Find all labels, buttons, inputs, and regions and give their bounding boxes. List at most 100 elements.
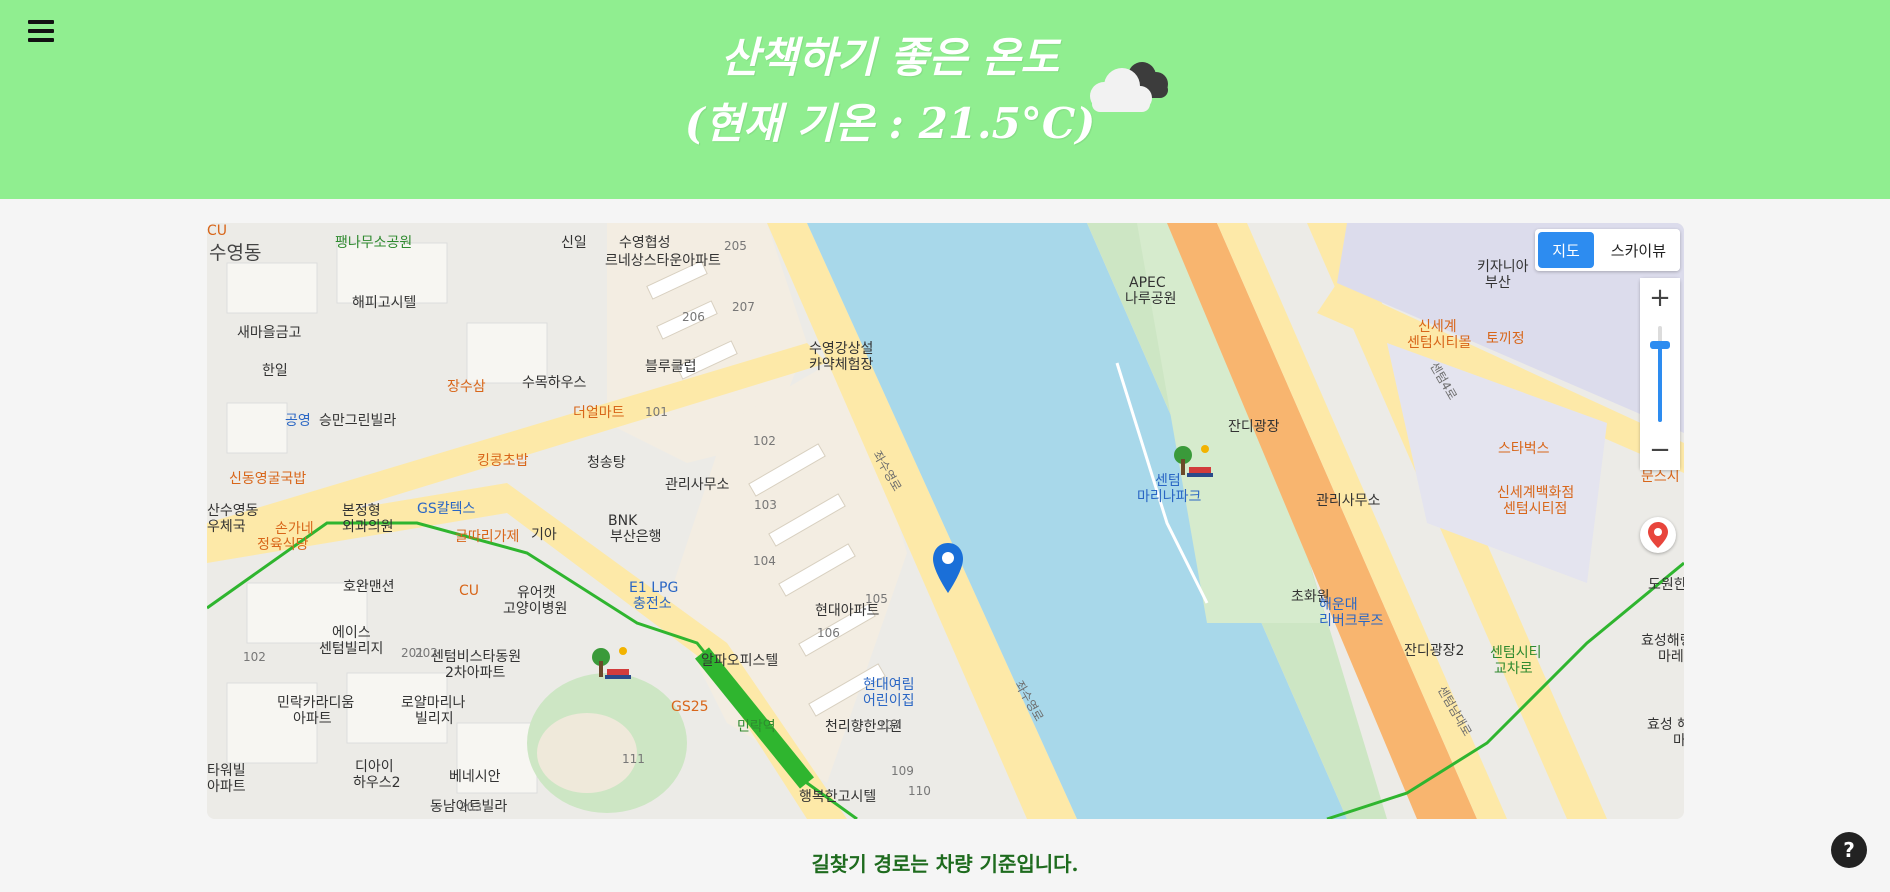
building-number: 110 (908, 784, 931, 798)
place-label: 관리사무소 (665, 477, 730, 493)
place-label: 마 (1673, 733, 1684, 749)
building-number: 205 (724, 239, 747, 253)
place-label: 승만그린빌라 (319, 413, 397, 429)
zoom-slider[interactable] (1640, 318, 1680, 430)
place-label: 토끼정 (1486, 331, 1525, 347)
building-number: 202 (415, 646, 438, 660)
place-label: 신세계백화점 (1497, 485, 1575, 501)
hamburger-menu-icon[interactable] (28, 20, 54, 46)
title-line-2: (현재 기온 : 21.5°C) (684, 99, 1096, 148)
place-label: 효성해링 (1641, 633, 1684, 649)
zoom-in-button[interactable]: + (1640, 278, 1680, 318)
help-button[interactable]: ? (1831, 832, 1867, 868)
place-label: 행복한고시텔 (799, 789, 877, 805)
place-label: 마레 방문0 (1658, 649, 1684, 665)
place-label: 알파오피스텔 (701, 653, 779, 669)
place-label: 관리사무소 (1316, 493, 1381, 509)
building-number: 109 (891, 764, 914, 778)
place-label: 해피고시텔 (352, 295, 417, 311)
place-label: 신세계 (1418, 319, 1457, 335)
place-label: E1 LPG (629, 580, 679, 596)
building-number: 103 (754, 498, 777, 512)
place-label: 수영동 (209, 242, 262, 264)
place-label: 신일 (561, 235, 587, 251)
building-number: 107 (878, 718, 901, 732)
place-label: 어린이집 (863, 693, 915, 709)
building-number: 207 (732, 300, 755, 314)
place-label: 잔디광장 (1228, 419, 1280, 435)
place-label: 수목하우스 (522, 375, 587, 391)
place-label: 새마을금고 (237, 325, 302, 341)
current-location-button[interactable] (1640, 517, 1676, 553)
place-label: 팽나무소공원 (335, 235, 413, 251)
place-label: CU (459, 583, 480, 599)
place-label: 교차로 (1494, 661, 1533, 677)
building-number: 102 (753, 434, 776, 448)
page-title: 산책하기 좋은 온도 (현재 기온 : 21.5°C) (640, 28, 1140, 154)
building-number: 203 (459, 800, 482, 814)
building-number: 102 (243, 650, 266, 664)
place-label: 손가네 (275, 521, 314, 537)
place-label: 블루클럽 (645, 359, 697, 375)
place-label: 하우스2 (353, 775, 401, 791)
zoom-out-button[interactable]: − (1640, 430, 1680, 470)
place-label: 현대여림 (863, 677, 915, 693)
route-note: 길찾기 경로는 차량 기준입니다. (811, 852, 1079, 876)
place-label: 잔디광장2 (1404, 643, 1465, 659)
place-label: 센텀비스타동원 (431, 649, 522, 665)
zoom-handle[interactable] (1650, 341, 1670, 350)
park-icon[interactable] (589, 643, 633, 687)
place-label: 본정형 (342, 503, 381, 519)
place-label: 도원한 (1648, 577, 1684, 593)
place-label: 한일 (262, 363, 288, 379)
place-label: 카약체험장 (809, 357, 874, 373)
place-label: 문스시 (1641, 469, 1680, 485)
place-label: BNK (608, 513, 638, 529)
place-label: 2차아파트 (445, 665, 506, 681)
place-label: 우체국 (207, 519, 246, 535)
place-label: 빌리지 (415, 711, 454, 727)
place-label: 르네상스타운아파트 (605, 253, 721, 269)
place-label: 킹콩초밥 (477, 453, 529, 469)
place-label: 고양이병원 (503, 601, 568, 617)
map-view[interactable]: 수영동 팽나무소공원 신일 수영협성르네상스타운아파트해피고시텔새마을금고한일장수삼 수… (207, 223, 1684, 819)
place-label: 마리나파크 (1137, 489, 1202, 505)
place-label: GS칼텍스 (417, 501, 476, 517)
place-label: 키자니아 (1477, 259, 1529, 275)
building-number: 106 (817, 626, 840, 640)
map-type-toggle: 지도 스카이뷰 (1535, 229, 1680, 271)
place-label: 수영강상설 (809, 341, 874, 357)
place-label: 유어캣 (517, 585, 556, 601)
place-label: 호완맨션 (343, 579, 395, 595)
place-label: 더얼마트 (573, 405, 625, 421)
place-label: 신동영굴국밥 (229, 471, 307, 487)
zoom-level-fill (1658, 345, 1662, 422)
place-label: 센텀시티몰 (1407, 335, 1472, 351)
place-label: 정육식당 (257, 537, 309, 553)
place-label: 디아이 (355, 759, 394, 775)
place-label: 나루공원 (1125, 291, 1177, 307)
place-label: 에이스 (332, 625, 371, 641)
title-line-1: 산책하기 좋은 온도 (720, 33, 1060, 82)
map-tab[interactable]: 지도 (1538, 232, 1594, 268)
location-pin-icon (1648, 522, 1668, 548)
place-label: CU (207, 223, 228, 239)
place-label: 센텀빌리지 (319, 641, 384, 657)
place-label: 스타벅스 (1498, 441, 1550, 457)
place-label: 외과의원 (342, 519, 394, 535)
park-icon[interactable] (1171, 441, 1215, 485)
place-label: 민락역 (737, 719, 776, 735)
place-label: 수영협성 (619, 235, 671, 251)
place-label: 장수삼 (447, 379, 486, 395)
building-number: 206 (682, 310, 705, 324)
location-marker-icon[interactable] (931, 541, 965, 595)
skyview-tab[interactable]: 스카이뷰 (1596, 229, 1680, 271)
cloud-icon (1090, 62, 1168, 112)
place-label: APEC (1129, 275, 1166, 291)
place-label: 아파트 (293, 711, 332, 727)
place-label: 산수영동 (207, 503, 259, 519)
place-label: 해운대 (1319, 597, 1358, 613)
building-number: 104 (753, 554, 776, 568)
zoom-control: + − (1640, 278, 1680, 470)
place-label: 아파트 (207, 779, 246, 795)
